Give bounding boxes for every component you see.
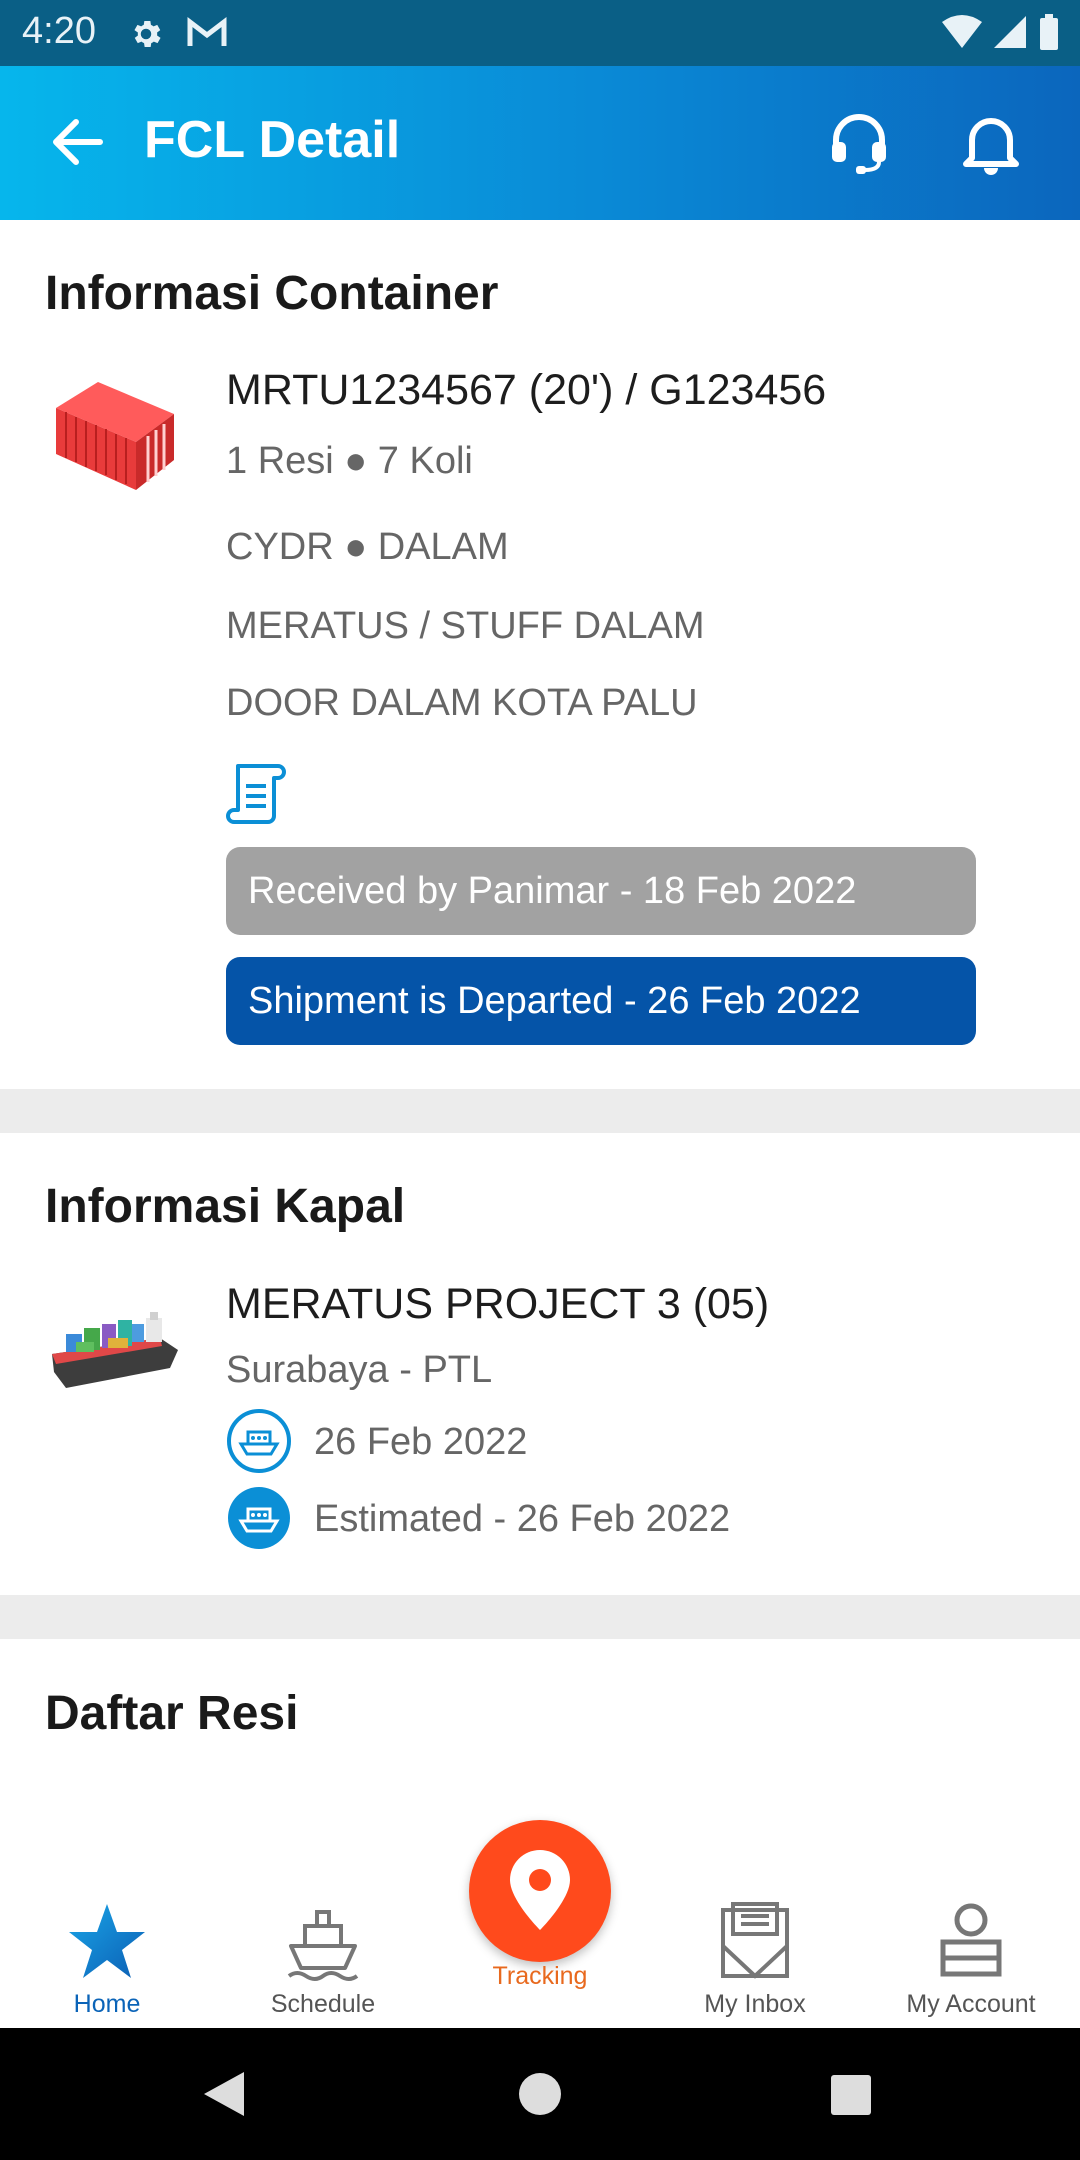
- wifi-icon: [942, 15, 982, 48]
- status-received-pill: Received by Panimar - 18 Feb 2022: [226, 847, 976, 935]
- container-section-title: Informasi Container: [45, 267, 499, 320]
- cargo-ship-icon: [50, 1298, 180, 1395]
- vessel-route: Surabaya - PTL: [226, 1349, 493, 1391]
- schedule-ship-icon: [283, 1902, 363, 1987]
- vessel-arrival-estimate: Estimated - 26 Feb 2022: [314, 1498, 731, 1540]
- battery-icon: [1040, 14, 1058, 50]
- page-title: FCL Detail: [144, 111, 401, 169]
- status-departed-pill: Shipment is Departed - 26 Feb 2022: [226, 957, 976, 1045]
- section-divider: [0, 1089, 1080, 1133]
- account-person-icon: [931, 1902, 1011, 1987]
- document-scroll-icon[interactable]: [226, 760, 290, 831]
- arrival-ship-icon: [226, 1485, 292, 1556]
- vessel-departure-date: 26 Feb 2022: [314, 1421, 528, 1463]
- location-pin-icon: [510, 1850, 570, 1930]
- departure-ship-icon: [226, 1408, 292, 1479]
- nav-home-label: Home: [73, 1990, 141, 2018]
- system-recents-icon[interactable]: [830, 2074, 872, 2121]
- container-service-type: CYDR ● DALAM: [226, 526, 509, 568]
- container-stuffing: MERATUS / STUFF DALAM: [226, 605, 705, 647]
- container-delivery: DOOR DALAM KOTA PALU: [226, 682, 698, 724]
- home-star-icon: [67, 1902, 147, 1987]
- container-counts: 1 Resi ● 7 Koli: [226, 440, 473, 482]
- signal-icon: [994, 16, 1026, 48]
- settings-gear-icon: [128, 16, 164, 57]
- system-navigation-bar: [0, 2028, 1080, 2160]
- nav-tracking-button[interactable]: [469, 1820, 611, 1962]
- receipt-list-title: Daftar Resi: [45, 1687, 299, 1740]
- nav-tracking-label[interactable]: Tracking: [440, 1962, 640, 1991]
- notification-bell-icon[interactable]: [960, 110, 1022, 181]
- gmail-icon: [186, 16, 228, 55]
- nav-account-label: My Account: [906, 1990, 1036, 2018]
- app-bar: FCL Detail: [0, 66, 1080, 220]
- inbox-icon: [715, 1902, 795, 1987]
- nav-inbox-label: My Inbox: [704, 1990, 806, 2018]
- system-status-icons: [942, 14, 1060, 52]
- back-arrow-icon[interactable]: [50, 118, 104, 171]
- container-icon: [52, 378, 176, 499]
- container-id: MRTU1234567 (20') / G123456: [226, 366, 827, 414]
- customer-support-headset-icon[interactable]: [826, 110, 892, 181]
- section-divider: [0, 1595, 1080, 1639]
- vessel-name: MERATUS PROJECT 3 (05): [226, 1280, 770, 1328]
- status-time: 4:20: [22, 10, 96, 52]
- system-back-icon[interactable]: [202, 2070, 246, 2123]
- vessel-section-title: Informasi Kapal: [45, 1180, 406, 1233]
- system-home-icon[interactable]: [518, 2072, 562, 2121]
- nav-schedule-label: Schedule: [270, 1990, 376, 2018]
- status-bar: 4:20: [0, 0, 1080, 66]
